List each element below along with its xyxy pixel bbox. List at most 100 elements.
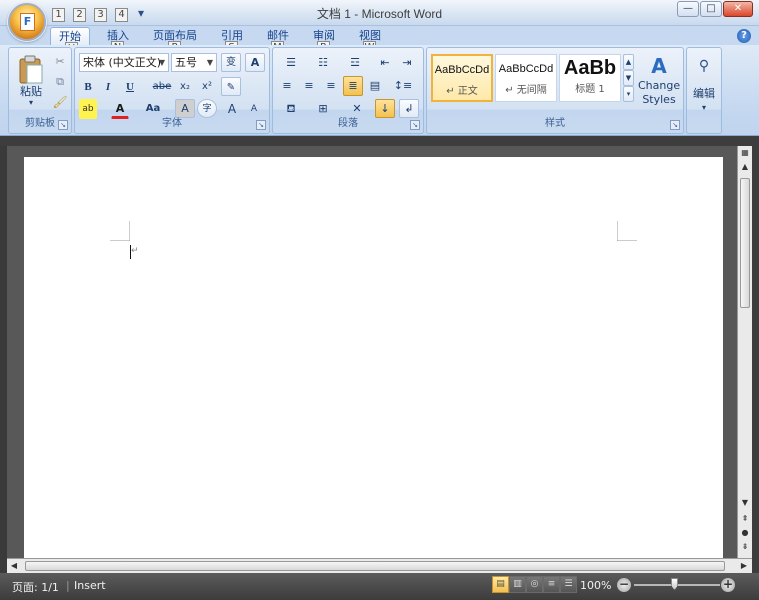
line-spacing-button[interactable]: ↕≡: [389, 76, 417, 96]
clipboard-launcher-icon[interactable]: ↘: [58, 120, 68, 130]
vertical-scrollbar[interactable]: ▦ ▲ ▼ ⇞ ● ⇟: [737, 146, 752, 558]
phonetic-guide-button[interactable]: 变: [221, 53, 241, 72]
close-button[interactable]: ✕: [723, 1, 753, 17]
tab-page-layout[interactable]: 页面布局 P: [148, 27, 202, 55]
ruler-toggle-icon[interactable]: ▦: [738, 146, 752, 160]
shrink-font-button[interactable]: A: [245, 99, 263, 119]
outline-view-button[interactable]: ≡: [543, 576, 560, 593]
zoom-level[interactable]: 100%: [580, 579, 611, 592]
style-heading-1[interactable]: AaBb 标题 1: [559, 54, 621, 102]
font-size-dropdown[interactable]: 五号 ▼: [171, 53, 217, 72]
sort-button[interactable]: ↓: [375, 99, 395, 118]
scroll-down-button[interactable]: ▼: [738, 496, 752, 510]
strikethrough-button[interactable]: abe: [151, 77, 173, 97]
minimize-button[interactable]: —: [677, 1, 699, 17]
status-separator: |: [66, 579, 70, 592]
browse-object-button[interactable]: ●: [738, 526, 752, 540]
tab-view[interactable]: 视图 W: [352, 27, 388, 55]
cut-button[interactable]: ✂: [51, 52, 69, 70]
horizontal-scrollbar[interactable]: ◀ ▶: [7, 558, 752, 573]
styles-more-button[interactable]: ▾: [623, 86, 634, 102]
previous-page-button[interactable]: ⇞: [738, 512, 752, 526]
decrease-indent-button[interactable]: ⇤: [375, 53, 395, 73]
maximize-button[interactable]: □: [700, 1, 722, 17]
bold-button[interactable]: B: [79, 77, 97, 97]
change-styles-label-2: Styles: [642, 93, 676, 106]
zoom-slider-thumb[interactable]: [671, 578, 678, 590]
office-button[interactable]: F: [8, 3, 46, 41]
align-left-icon: ≡: [282, 79, 292, 92]
copy-icon: ⧉: [56, 75, 64, 88]
justify-button[interactable]: ≣: [343, 76, 363, 96]
vertical-scroll-thumb[interactable]: [740, 178, 750, 308]
shading-button[interactable]: ⛾: [277, 99, 305, 119]
styles-group: AaBbCcDd ↵ 正文 AaBbCcDd ↵ 无间隔 AaBb 标题 1 ▲…: [426, 47, 684, 134]
character-border-button[interactable]: A: [245, 53, 265, 72]
enclose-characters-button[interactable]: 字: [197, 99, 217, 118]
borders-button[interactable]: ⊞: [309, 99, 337, 119]
scroll-up-button[interactable]: ▲: [738, 160, 752, 174]
font-launcher-icon[interactable]: ↘: [256, 120, 266, 130]
superscript-button[interactable]: x²: [197, 77, 217, 97]
show-marks-button[interactable]: ↲: [399, 99, 419, 118]
chevron-down-icon: ▾: [701, 103, 706, 112]
character-shading-button[interactable]: A: [175, 99, 195, 118]
styles-scroll-up-button[interactable]: ▲: [623, 54, 634, 70]
clipboard-group: 粘贴 ▾ ✂ ⧉ 🖌 剪贴板 ↘: [8, 47, 72, 134]
font-name-dropdown[interactable]: 宋体 (中文正文) ▼: [79, 53, 169, 72]
draft-view-button[interactable]: ☰: [560, 576, 577, 593]
group-label: 字体: [162, 118, 182, 129]
chevron-down-icon: ▼: [206, 58, 213, 67]
numbering-button[interactable]: ☷: [309, 53, 337, 73]
grow-font-button[interactable]: A: [223, 99, 241, 119]
document-page[interactable]: ↵: [24, 157, 723, 577]
tab-mailings[interactable]: 邮件 M: [260, 27, 296, 55]
align-center-button[interactable]: ≡: [299, 76, 319, 96]
font-color-button[interactable]: A: [111, 99, 129, 119]
subscript-button[interactable]: x₂: [175, 77, 195, 97]
tab-references[interactable]: 引用 S: [214, 27, 250, 55]
change-styles-button[interactable]: A Change Styles: [637, 52, 681, 114]
align-left-button[interactable]: ≡: [277, 76, 297, 96]
decrease-indent-icon: ⇤: [380, 56, 390, 69]
styles-scroll-down-button[interactable]: ▼: [623, 70, 634, 86]
next-page-button[interactable]: ⇟: [738, 540, 752, 554]
copy-button[interactable]: ⧉: [51, 72, 69, 90]
format-painter-button[interactable]: 🖌: [51, 92, 69, 110]
tab-insert[interactable]: 插入 N: [100, 27, 136, 55]
scroll-right-button[interactable]: ▶: [737, 559, 751, 573]
editing-group: ⚲ 编辑 ▾: [686, 47, 722, 134]
clear-formatting-button[interactable]: ✎: [221, 77, 241, 96]
editing-label: 编辑: [693, 87, 715, 100]
paste-button[interactable]: 粘贴 ▾: [13, 52, 49, 112]
paragraph-launcher-icon[interactable]: ↘: [410, 120, 420, 130]
style-no-spacing[interactable]: AaBbCcDd ↵ 无间隔: [495, 54, 557, 102]
change-case-button[interactable]: Aa: [141, 99, 165, 119]
multilevel-list-button[interactable]: ☲: [341, 53, 369, 73]
justify-icon: ≣: [348, 79, 358, 92]
help-icon[interactable]: ?: [737, 29, 751, 43]
scroll-left-button[interactable]: ◀: [7, 559, 21, 573]
styles-launcher-icon[interactable]: ↘: [670, 120, 680, 130]
zoom-out-button[interactable]: −: [617, 578, 631, 592]
insert-mode-status[interactable]: Insert: [74, 579, 106, 592]
chinese-layout-button[interactable]: ✕: [343, 99, 371, 119]
align-right-button[interactable]: ≡: [321, 76, 341, 96]
full-screen-reading-button[interactable]: ▥: [509, 576, 526, 593]
tab-review[interactable]: 审阅 R: [306, 27, 342, 55]
tab-home[interactable]: 开始 H: [50, 27, 90, 56]
italic-button[interactable]: I: [99, 77, 117, 97]
distributed-button[interactable]: ▤: [365, 76, 385, 96]
style-normal[interactable]: AaBbCcDd ↵ 正文: [431, 54, 493, 102]
print-layout-view-button[interactable]: ▤: [492, 576, 509, 593]
bullets-button[interactable]: ☰: [277, 53, 305, 73]
highlight-button[interactable]: ab: [79, 99, 97, 119]
horizontal-scroll-thumb[interactable]: [25, 561, 725, 571]
increase-indent-button[interactable]: ⇥: [397, 53, 417, 73]
sort-icon: ↓: [380, 102, 390, 115]
zoom-in-button[interactable]: +: [721, 578, 735, 592]
web-layout-button[interactable]: ◎: [526, 576, 543, 593]
page-count-status[interactable]: 页面: 1/1: [12, 579, 59, 595]
underline-button[interactable]: U: [119, 77, 141, 97]
editing-button[interactable]: ⚲ 编辑 ▾: [689, 52, 719, 118]
